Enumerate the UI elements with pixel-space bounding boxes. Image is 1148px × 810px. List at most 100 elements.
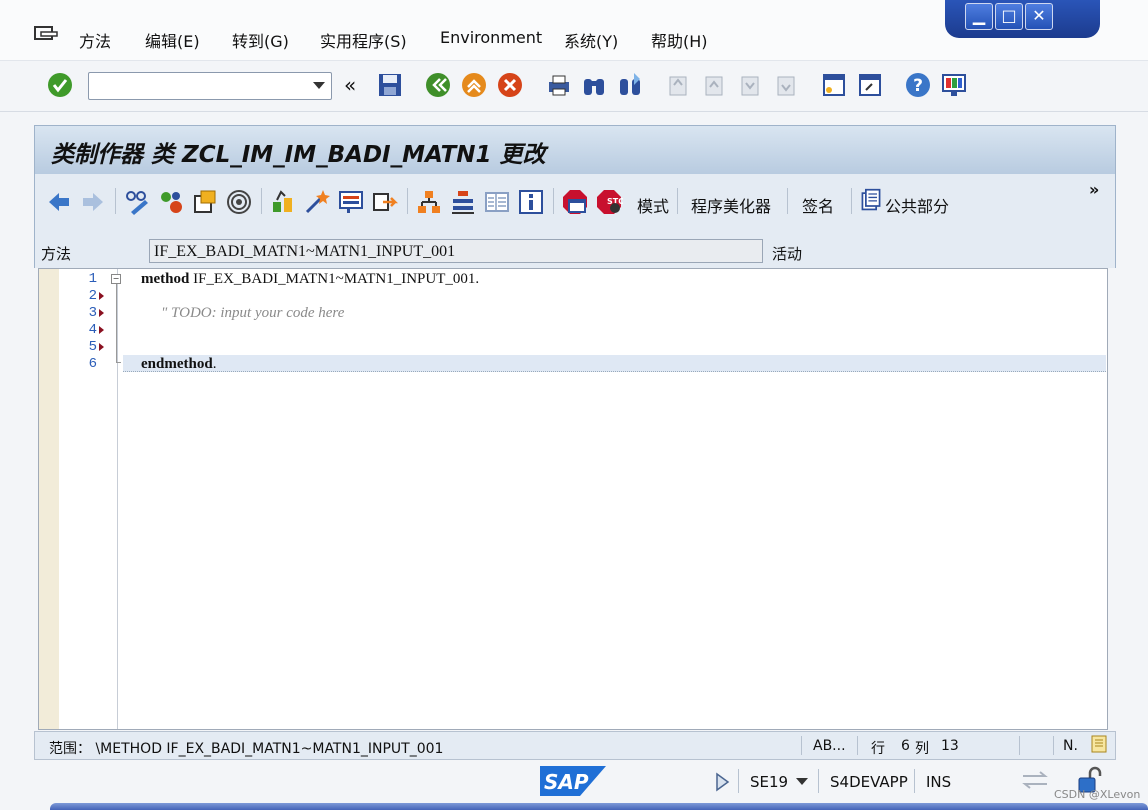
svg-text:?: ? <box>913 76 923 96</box>
insert-mode: INS <box>926 773 952 791</box>
pattern-icon[interactable] <box>337 188 365 216</box>
last-page-icon[interactable] <box>772 71 800 99</box>
system-name: S4DEVAPP <box>830 773 908 791</box>
shortcut-icon[interactable] <box>856 71 884 99</box>
menu-method[interactable]: 方法 <box>79 28 111 52</box>
keyword-method: method <box>141 271 190 287</box>
mode-button[interactable]: 模式 <box>637 193 669 217</box>
split-screen-icon[interactable] <box>483 188 511 216</box>
menu-goto[interactable]: 转到(G) <box>232 28 289 52</box>
arrow-left-icon[interactable] <box>45 188 73 216</box>
toolbar-separator <box>851 188 852 214</box>
breakpoint-marker-icon[interactable] <box>99 326 104 334</box>
chevron-down-icon[interactable] <box>796 778 808 785</box>
status-separator <box>1053 736 1054 755</box>
breakpoint-marker-icon[interactable] <box>99 343 104 351</box>
back-icon[interactable] <box>424 71 452 99</box>
editor-status-bar: 范围： \METHOD IF_EX_BADI_MATN1~MATN1_INPUT… <box>34 731 1116 760</box>
method-label: 方法 <box>41 245 72 263</box>
minimize-button[interactable]: ▁ <box>965 3 993 30</box>
session-breakpoint-icon[interactable] <box>561 188 589 216</box>
object-list-icon[interactable] <box>191 188 219 216</box>
next-page-icon[interactable] <box>736 71 764 99</box>
code-comment: " TODO: input your code here <box>161 305 345 321</box>
document-icon[interactable] <box>859 188 883 212</box>
magic-wand-icon[interactable] <box>303 188 331 216</box>
notepad-icon[interactable] <box>1090 734 1108 754</box>
status-separator <box>818 769 819 793</box>
status-separator <box>801 736 802 755</box>
method-signature: IF_EX_BADI_MATN1~MATN1_INPUT_001. <box>189 271 480 287</box>
menu-edit[interactable]: 编辑(E) <box>145 28 200 52</box>
taskbar-edge <box>50 803 1148 810</box>
previous-page-icon[interactable] <box>700 71 728 99</box>
info-icon[interactable] <box>517 188 545 216</box>
title-bar: 类制作器 类 ZCL_IM_IM_BADI_MATN1 更改 <box>34 125 1116 175</box>
status-separator <box>914 769 915 793</box>
toolbar-separator <box>553 188 554 214</box>
new-session-icon[interactable] <box>820 71 848 99</box>
code-editor[interactable]: 1 2 3 4 5 6 − method IF_EX_BADI_MATN1~MA… <box>38 268 1108 730</box>
more-options-icon[interactable]: » <box>1089 180 1099 199</box>
activate-icon[interactable] <box>157 188 185 216</box>
print-icon[interactable] <box>545 71 573 99</box>
statement-terminator: . <box>212 356 217 372</box>
menu-environment[interactable]: Environment <box>440 28 542 47</box>
row-label: 行 <box>871 741 885 757</box>
page-title: 类制作器 类 ZCL_IM_IM_BADI_MATN1 更改 <box>51 142 546 168</box>
toolbar-separator <box>677 188 678 214</box>
sap-logo-text: SAP <box>544 770 589 794</box>
breakpoint-marker-icon[interactable] <box>99 292 104 300</box>
toolbar-separator <box>787 188 788 214</box>
maximize-button[interactable]: □ <box>995 3 1023 30</box>
line-number: 3 <box>88 305 97 321</box>
transaction-code: SE19 <box>750 773 789 791</box>
find-icon[interactable] <box>580 71 608 99</box>
system-menu-icon[interactable] <box>33 24 59 46</box>
activation-status: 活动 <box>772 245 803 263</box>
pretty-printer-button[interactable]: 程序美化器 <box>691 193 771 217</box>
class-hierarchy-icon[interactable] <box>415 188 443 216</box>
code-line-6: endmethod. <box>141 356 216 373</box>
keyword-endmethod: endmethod <box>141 356 213 372</box>
outline-icon[interactable] <box>449 188 477 216</box>
breakpoint-marker-icon[interactable] <box>99 309 104 317</box>
menu-help[interactable]: 帮助(H) <box>651 28 708 52</box>
chevron-down-icon[interactable] <box>313 82 325 89</box>
menu-bar: 方法 编辑(E) 转到(G) 实用程序(S) Environment 系统(Y)… <box>0 0 1148 60</box>
line-number: 1 <box>88 271 97 287</box>
play-triangle-icon[interactable] <box>714 772 730 792</box>
hierarchy-icon[interactable] <box>269 188 297 216</box>
collapse-chevron-icon[interactable]: « <box>344 73 356 97</box>
col-value: 13 <box>941 738 959 754</box>
input-mode: AB... <box>813 738 846 754</box>
collapse-block-icon[interactable]: − <box>111 274 121 284</box>
signature-button[interactable]: 签名 <box>802 193 834 217</box>
fold-line-end <box>116 362 121 363</box>
command-field[interactable] <box>88 72 332 100</box>
method-name-field: IF_EX_BADI_MATN1~MATN1_INPUT_001 <box>149 239 763 263</box>
line-number: 6 <box>88 356 97 372</box>
help-icon[interactable]: ? <box>904 71 932 99</box>
cancel-icon[interactable] <box>496 71 524 99</box>
display-change-icon[interactable] <box>123 188 151 216</box>
current-line-highlight <box>123 355 1106 372</box>
enter-check-icon[interactable] <box>46 71 74 99</box>
find-next-icon[interactable] <box>616 71 644 99</box>
close-window-button[interactable]: ✕ <box>1025 3 1053 30</box>
application-toolbar: STOP 模式 程序美化器 签名 公共部分 » <box>34 174 1116 230</box>
line-number: 2 <box>88 288 97 304</box>
arrow-right-icon[interactable] <box>79 188 107 216</box>
where-used-icon[interactable] <box>225 188 253 216</box>
external-breakpoint-icon[interactable]: STOP <box>595 188 623 216</box>
save-icon[interactable] <box>376 71 404 99</box>
first-page-icon[interactable] <box>664 71 692 99</box>
code-line-1: method IF_EX_BADI_MATN1~MATN1_INPUT_001. <box>141 271 479 288</box>
menu-system[interactable]: 系统(Y) <box>564 28 618 52</box>
menu-utilities[interactable]: 实用程序(S) <box>320 28 407 52</box>
public-section-button[interactable]: 公共部分 <box>885 193 949 217</box>
exit-icon[interactable] <box>460 71 488 99</box>
method-header: 方法 IF_EX_BADI_MATN1~MATN1_INPUT_001 活动 <box>34 230 1116 268</box>
transfer-icon[interactable] <box>371 188 399 216</box>
customize-layout-icon[interactable] <box>940 71 968 99</box>
